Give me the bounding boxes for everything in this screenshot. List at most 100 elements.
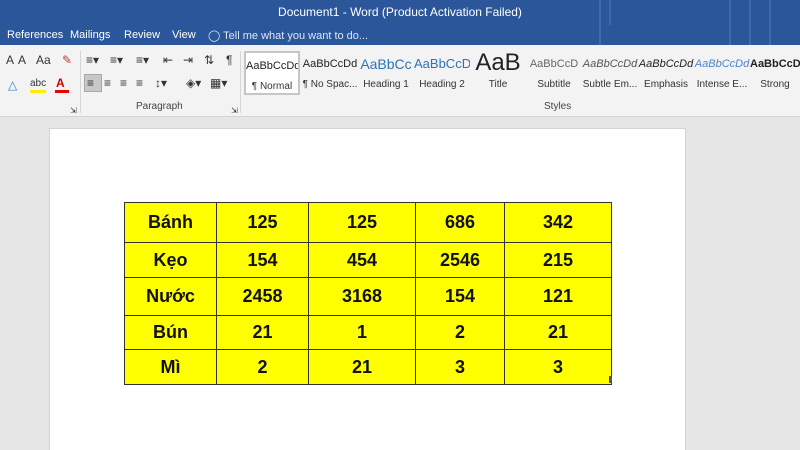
table-cell[interactable]: 3	[415, 349, 505, 385]
table-cell[interactable]: 454	[308, 242, 416, 278]
align-center-icon[interactable]: ≡	[104, 76, 111, 90]
bullets-icon[interactable]: ≡▾	[86, 53, 99, 67]
style-strong[interactable]: AaBbCcDd Strong	[750, 51, 800, 95]
paragraph-dialog-launcher-icon[interactable]: ⇲	[231, 104, 238, 118]
table-cell[interactable]: 2	[216, 349, 309, 385]
tab-review[interactable]: Review	[124, 29, 160, 41]
style-name: Subtle Em...	[582, 79, 638, 90]
style-sample: AaBbCcDd	[246, 60, 298, 72]
highlight-swatch	[30, 90, 46, 93]
table-cell[interactable]: Bún	[124, 315, 217, 350]
style-sample: AaBbCcDd	[638, 58, 694, 70]
tell-me-text: Tell me what you want to do...	[223, 30, 369, 42]
style-no-spacing[interactable]: AaBbCcDd ¶ No Spac...	[302, 51, 358, 95]
styles-group-label: Styles	[544, 101, 572, 112]
style-sample: AaBbCc	[360, 56, 412, 72]
font-shrink-icon[interactable]: A	[18, 53, 26, 67]
table-cell[interactable]: Bánh	[124, 202, 217, 243]
style-name: Heading 1	[363, 79, 409, 90]
divider	[240, 51, 241, 113]
table-cell[interactable]: 154	[415, 277, 505, 316]
style-emphasis[interactable]: AaBbCcDd Emphasis	[638, 51, 694, 95]
style-heading-1[interactable]: AaBbCc Heading 1	[358, 51, 414, 95]
table-cell[interactable]: 215	[504, 242, 612, 278]
table-row: Bánh 125 125 686 342	[124, 202, 612, 243]
table-row: Kẹo 154 454 2546 215	[124, 242, 612, 278]
table-cell[interactable]: 3	[504, 349, 612, 385]
table-cell[interactable]: 121	[504, 277, 612, 316]
align-right-icon[interactable]: ≡	[120, 76, 127, 90]
table-row: Mì 2 21 3 3	[124, 349, 612, 385]
font-dialog-launcher-icon[interactable]: ⇲	[70, 104, 77, 118]
clear-format-icon[interactable]: ✎	[62, 53, 72, 67]
show-formatting-icon[interactable]: ¶	[226, 53, 232, 67]
increase-indent-icon[interactable]: ⇥	[183, 53, 193, 67]
lightbulb-icon: ◯	[208, 30, 221, 42]
style-name: ¶ Normal	[251, 81, 293, 92]
table-cell[interactable]: 3168	[308, 277, 416, 316]
style-sample: AaBbCcDd	[694, 58, 750, 70]
style-subtitle[interactable]: AaBbCcD Subtitle	[526, 51, 582, 95]
style-sample: AaBbCcD	[529, 58, 579, 70]
style-subtle-emphasis[interactable]: AaBbCcDd Subtle Em...	[582, 51, 638, 95]
decrease-indent-icon[interactable]: ⇤	[163, 53, 173, 67]
divider	[80, 51, 81, 113]
table-row: Bún 21 1 2 21	[124, 315, 612, 350]
style-sample: AaBbCcDd	[302, 58, 358, 70]
style-name: Emphasis	[644, 79, 688, 90]
multilevel-list-icon[interactable]: ≡▾	[136, 53, 149, 67]
title-decoration	[599, 0, 771, 25]
table-cell[interactable]: 1	[308, 315, 416, 350]
ribbon-tabs: References Mailings Review View ◯ Tell m…	[0, 25, 800, 45]
numbering-icon[interactable]: ≡▾	[110, 53, 123, 67]
justify-icon[interactable]: ≡	[136, 76, 143, 90]
shading-icon[interactable]: ◈▾	[186, 76, 201, 90]
title-bar: Document1 - Word (Product Activation Fai…	[0, 0, 800, 25]
style-sample: AaBbCcDd	[750, 58, 800, 70]
tab-view[interactable]: View	[172, 29, 196, 41]
table-cell[interactable]: 342	[504, 202, 612, 243]
paragraph-group-label: Paragraph	[136, 101, 183, 112]
style-sample: AaBbCcDd	[582, 58, 638, 70]
table-cell[interactable]: 2	[415, 315, 505, 350]
tab-references[interactable]: References	[7, 29, 63, 41]
change-case-icon[interactable]: Aa	[36, 53, 51, 67]
borders-icon[interactable]: ▦▾	[210, 76, 227, 90]
sort-icon[interactable]: ⇅	[204, 53, 214, 67]
table-cell[interactable]: 21	[308, 349, 416, 385]
style-intense-emphasis[interactable]: AaBbCcDd Intense E...	[694, 51, 750, 95]
style-name: Intense E...	[696, 79, 748, 90]
style-title[interactable]: AaB Title	[470, 51, 526, 95]
table-cell[interactable]: 2546	[415, 242, 505, 278]
style-name: Heading 2	[419, 79, 465, 90]
table-cell[interactable]: 686	[415, 202, 505, 243]
font-color-icon[interactable]: A	[56, 76, 65, 90]
data-table[interactable]: Bánh 125 125 686 342 Kẹo 154 454 2546 21…	[124, 202, 612, 385]
style-normal[interactable]: AaBbCcDd ¶ Normal	[244, 51, 300, 95]
style-sample: AaB	[475, 51, 521, 76]
style-name: ¶ No Spac...	[302, 79, 358, 90]
table-cell[interactable]: 21	[216, 315, 309, 350]
table-resize-handle[interactable]	[609, 376, 612, 383]
style-heading-2[interactable]: AaBbCcD Heading 2	[414, 51, 470, 95]
tell-me-search[interactable]: ◯ Tell me what you want to do...	[208, 29, 368, 42]
line-spacing-icon[interactable]: ↕▾	[155, 76, 167, 90]
text-effects-icon[interactable]: △	[8, 78, 17, 92]
table-cell[interactable]: 125	[216, 202, 309, 243]
table-cell[interactable]: 2458	[216, 277, 309, 316]
table-cell[interactable]: Mì	[124, 349, 217, 385]
tab-mailings[interactable]: Mailings	[70, 29, 110, 41]
table-cell[interactable]: Nước	[124, 277, 217, 316]
table-row: Nước 2458 3168 154 121	[124, 277, 612, 316]
style-name: Title	[488, 79, 508, 90]
table-cell[interactable]: 154	[216, 242, 309, 278]
table-cell[interactable]: 125	[308, 202, 416, 243]
style-sample: AaBbCcD	[414, 56, 470, 71]
table-cell[interactable]: 21	[504, 315, 612, 350]
align-left-icon[interactable]: ≡	[87, 76, 94, 90]
highlight-icon[interactable]: abc	[30, 77, 46, 91]
style-name: Strong	[760, 79, 790, 90]
menu-decoration	[599, 25, 771, 45]
table-cell[interactable]: Kẹo	[124, 242, 217, 278]
font-grow-icon[interactable]: A	[6, 53, 14, 67]
